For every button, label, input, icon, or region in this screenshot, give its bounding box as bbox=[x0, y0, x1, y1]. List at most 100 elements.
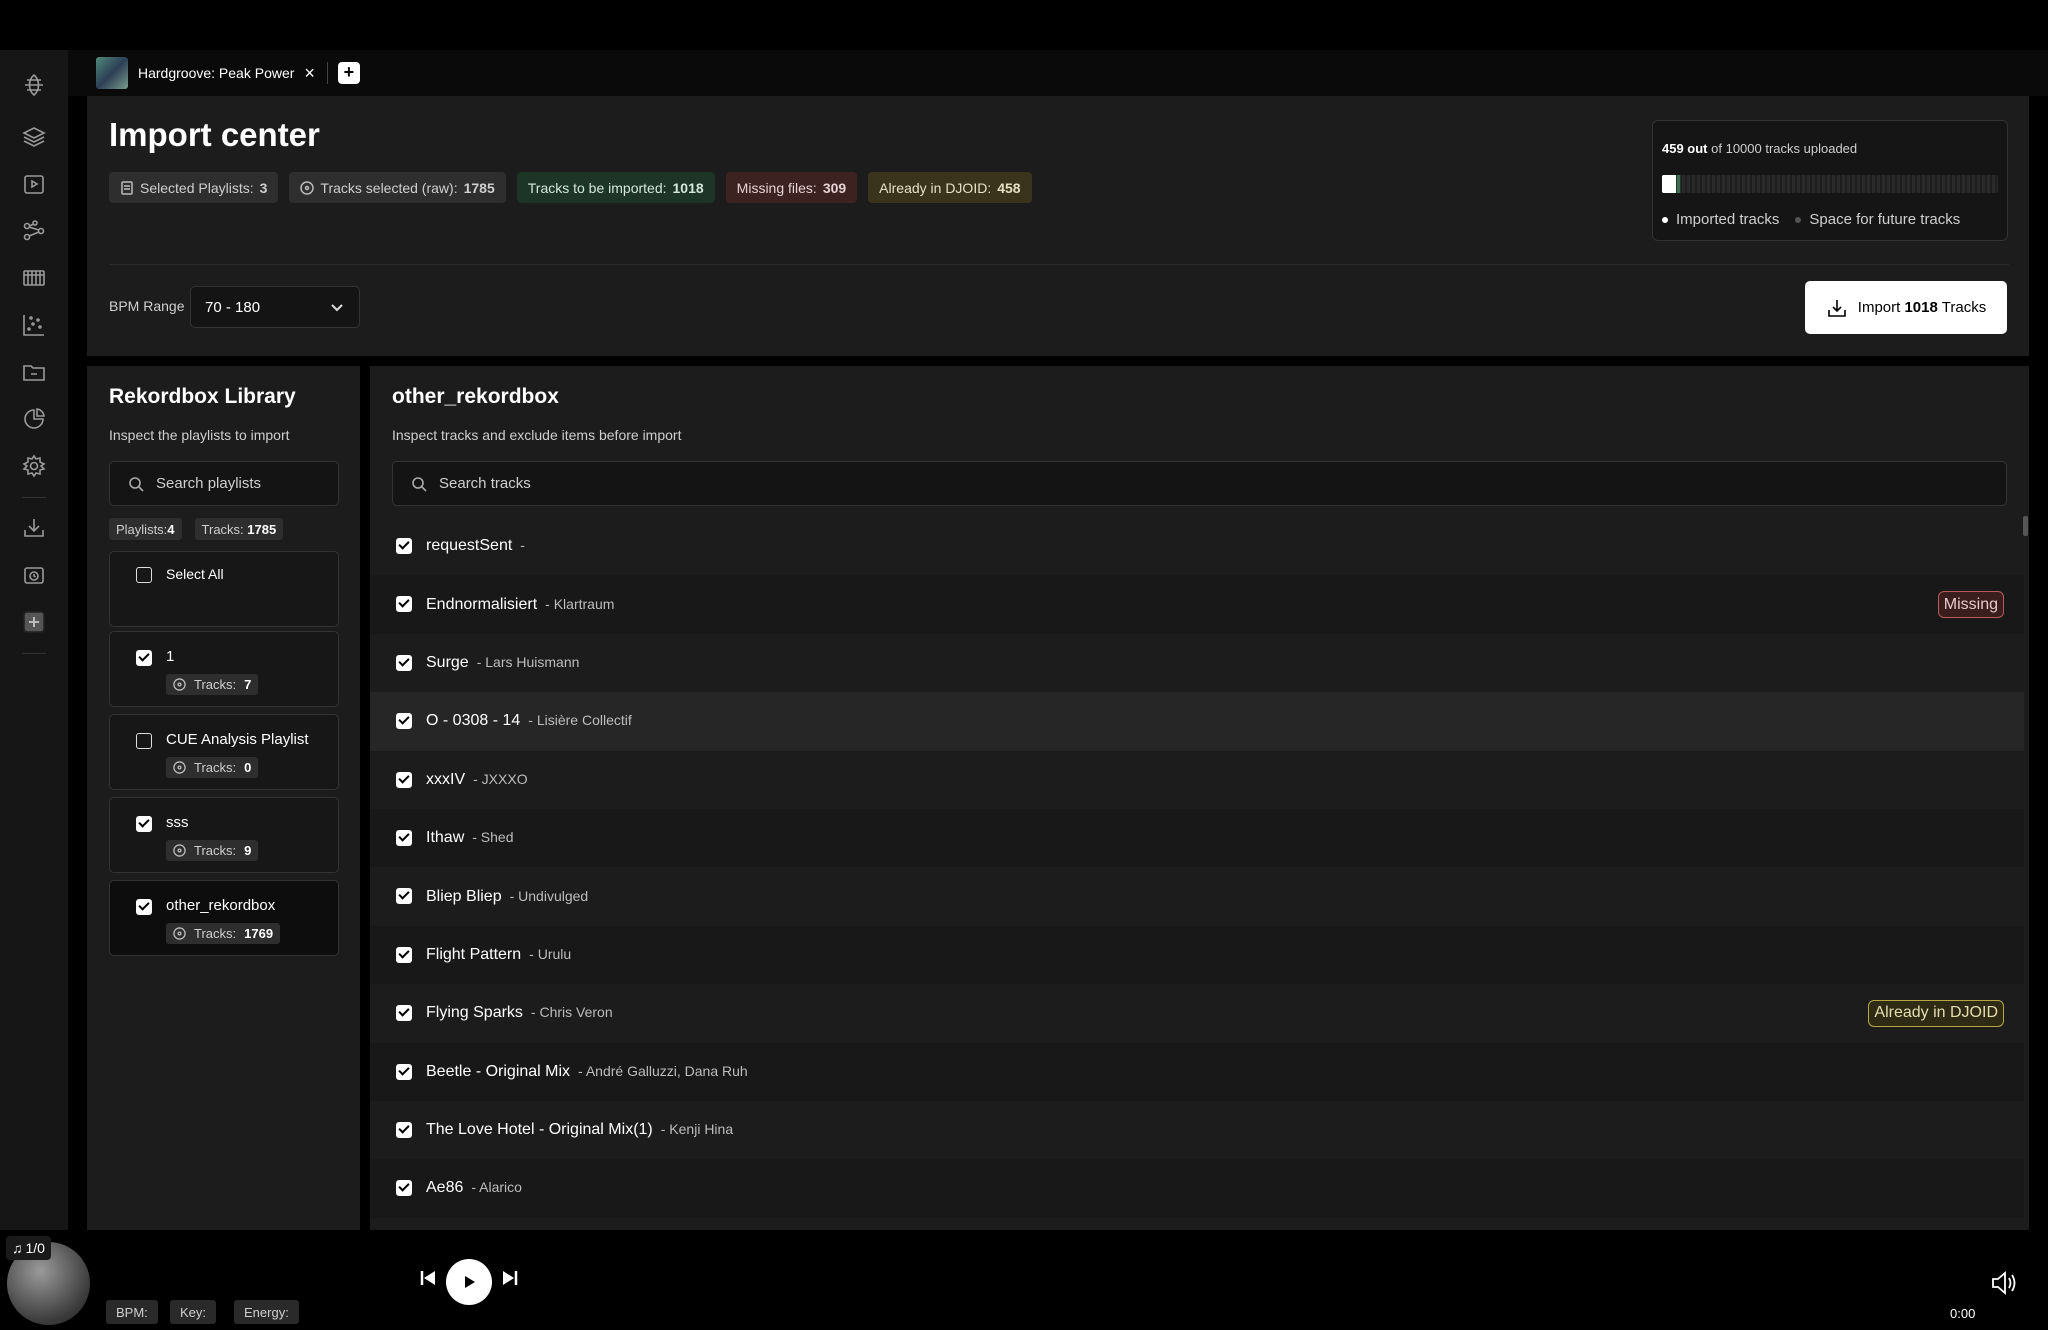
track-row[interactable]: Flight Pattern - Urulu bbox=[370, 925, 2024, 985]
crate-icon[interactable] bbox=[17, 261, 51, 295]
playlist-card[interactable]: CUE Analysis Playlist Tracks: 0 bbox=[109, 714, 339, 790]
next-icon[interactable] bbox=[500, 1268, 520, 1288]
page-title: Import center bbox=[109, 116, 320, 153]
track-artist: - Alarico bbox=[471, 1179, 522, 1196]
playlist-checkbox[interactable] bbox=[136, 899, 152, 915]
track-status-badge: Already in DJOID bbox=[1868, 999, 2004, 1027]
download-icon bbox=[1827, 299, 1846, 317]
import-count: 1018 bbox=[1904, 299, 1938, 316]
playlists-count-badge: Playlists: 4 bbox=[109, 518, 182, 540]
music-folder-icon[interactable] bbox=[17, 167, 51, 201]
legend-imported: Imported tracks bbox=[1662, 211, 1779, 228]
track-title: Flight Pattern bbox=[426, 945, 522, 963]
tracks-label: Tracks: bbox=[194, 677, 237, 692]
select-all-checkbox[interactable] bbox=[136, 567, 152, 583]
add-tab-button[interactable]: + bbox=[337, 62, 360, 84]
key-meta: Key: bbox=[170, 1300, 217, 1324]
selected-playlists-chip: Selected Playlists: 3 bbox=[109, 172, 279, 203]
count-value: 1785 bbox=[247, 521, 277, 537]
close-icon[interactable]: × bbox=[304, 63, 315, 84]
track-checkbox[interactable] bbox=[396, 713, 412, 730]
search-tracks-input[interactable]: Search tracks bbox=[392, 461, 2007, 506]
playlist-card[interactable]: other_rekordbox Tracks: 1769 bbox=[109, 880, 339, 956]
playlist-checkbox[interactable] bbox=[136, 733, 152, 749]
count-value: 4 bbox=[167, 521, 175, 537]
track-checkbox[interactable] bbox=[396, 538, 412, 554]
track-title-line: Ithaw - Shed bbox=[426, 829, 514, 847]
track-row[interactable]: Ae86 - Alarico bbox=[370, 1159, 2024, 1218]
track-title-line: Surge - Lars Huismann bbox=[426, 654, 579, 672]
track-checkbox[interactable] bbox=[396, 1005, 412, 1022]
disc-icon bbox=[173, 761, 186, 774]
bpm-range-select[interactable]: 70 - 180 bbox=[190, 286, 360, 328]
track-checkbox[interactable] bbox=[396, 654, 412, 671]
count-label: Playlists: bbox=[116, 521, 168, 537]
track-artist: - Chris Veron bbox=[530, 1004, 613, 1021]
window-top-bar bbox=[0, 0, 2048, 50]
logo-icon[interactable] bbox=[17, 68, 51, 102]
previous-icon[interactable] bbox=[418, 1268, 438, 1288]
queue-counter-value: 1/0 bbox=[25, 1240, 45, 1256]
folder-icon[interactable] bbox=[17, 355, 51, 389]
tracks-count-badge: Tracks: 1785 bbox=[194, 518, 284, 540]
track-title: Surge bbox=[426, 653, 469, 671]
track-title-line: requestSent - bbox=[426, 537, 525, 555]
track-checkbox[interactable] bbox=[396, 596, 412, 613]
track-checkbox[interactable] bbox=[396, 1121, 412, 1138]
volume-icon[interactable] bbox=[1990, 1270, 2020, 1296]
select-all-card[interactable]: Select All bbox=[109, 551, 339, 627]
track-row[interactable]: Surge - Lars Huismann bbox=[370, 634, 2024, 692]
import-prefix: Import bbox=[1857, 299, 1901, 316]
track-checkbox[interactable] bbox=[396, 888, 412, 905]
share-graph-icon[interactable] bbox=[17, 214, 51, 248]
track-checkbox[interactable] bbox=[396, 829, 412, 846]
scatter-icon[interactable] bbox=[17, 308, 51, 342]
track-checkbox[interactable] bbox=[396, 946, 412, 963]
legend-imported-label: Imported tracks bbox=[1676, 211, 1780, 228]
quota-total: of 10000 tracks uploaded bbox=[1711, 141, 1858, 156]
tab-title[interactable]: Hardgroove: Peak Power bbox=[138, 65, 294, 81]
gear-icon[interactable] bbox=[17, 449, 51, 483]
playlist-card[interactable]: sss Tracks: 9 bbox=[109, 797, 339, 873]
track-row[interactable]: O - 0308 - 14 - Lisière Collectif bbox=[370, 692, 2024, 751]
summary-chips: Selected Playlists: 3 Tracks selected (ra… bbox=[109, 172, 1032, 203]
tracks-value: 0 bbox=[244, 760, 252, 775]
track-row[interactable]: The Love Hotel - Original Mix(1) - Kenji … bbox=[370, 1101, 2024, 1159]
track-checkbox[interactable] bbox=[396, 1180, 412, 1197]
track-row[interactable]: Ithaw - Shed bbox=[370, 808, 2024, 868]
track-checkbox[interactable] bbox=[396, 1063, 412, 1080]
track-row[interactable]: Beetle - Original Mix - André Galluzzi, D… bbox=[370, 1042, 2024, 1101]
track-artist: - bbox=[520, 537, 525, 554]
layers-icon[interactable] bbox=[17, 120, 51, 154]
track-row[interactable]: requestSent - bbox=[370, 517, 2024, 575]
chip-value: 458 bbox=[997, 179, 1021, 196]
playlist-card[interactable]: 1 Tracks: 7 bbox=[109, 631, 339, 707]
track-row[interactable]: Flying Sparks - Chris Veron Already in DJO… bbox=[370, 984, 2024, 1042]
queue-counter: ♫ 1/0 bbox=[6, 1236, 51, 1260]
add-icon[interactable] bbox=[17, 605, 51, 639]
track-title-line: Bliep Bliep - Undivulged bbox=[426, 888, 588, 906]
library-title: Rekordbox Library bbox=[109, 385, 296, 408]
track-list-scrollbar[interactable] bbox=[2023, 516, 2028, 536]
pie-chart-icon[interactable] bbox=[17, 402, 51, 436]
search-playlists-input[interactable]: Search playlists bbox=[109, 461, 339, 506]
chip-label: Tracks selected (raw): bbox=[320, 179, 458, 196]
import-icon[interactable] bbox=[17, 511, 51, 545]
track-artist: - Urulu bbox=[529, 945, 572, 962]
track-title: Bliep Bliep bbox=[426, 887, 502, 905]
chip-value: 309 bbox=[822, 179, 847, 196]
track-title: requestSent bbox=[426, 537, 513, 555]
play-button[interactable] bbox=[446, 1259, 492, 1305]
track-artist: - André Galluzzi, Dana Ruh bbox=[578, 1062, 748, 1079]
import-tracks-button[interactable]: Import 1018 Tracks bbox=[1805, 281, 2007, 334]
track-row[interactable]: xxxIV - JXXXO bbox=[370, 751, 2024, 809]
playlist-checkbox[interactable] bbox=[136, 650, 152, 666]
tracks-value: 1769 bbox=[244, 926, 274, 941]
history-icon[interactable] bbox=[17, 558, 51, 592]
track-row[interactable]: Endnormalisiert - Klartraum Missing bbox=[370, 575, 2024, 634]
playlist-checkbox[interactable] bbox=[136, 816, 152, 832]
track-row[interactable]: Bliep Bliep - Undivulged bbox=[370, 867, 2024, 925]
track-checkbox[interactable] bbox=[396, 771, 412, 788]
playlist-tracks-badge: Tracks: 1769 bbox=[166, 923, 281, 944]
track-artist: - Shed bbox=[472, 829, 514, 846]
